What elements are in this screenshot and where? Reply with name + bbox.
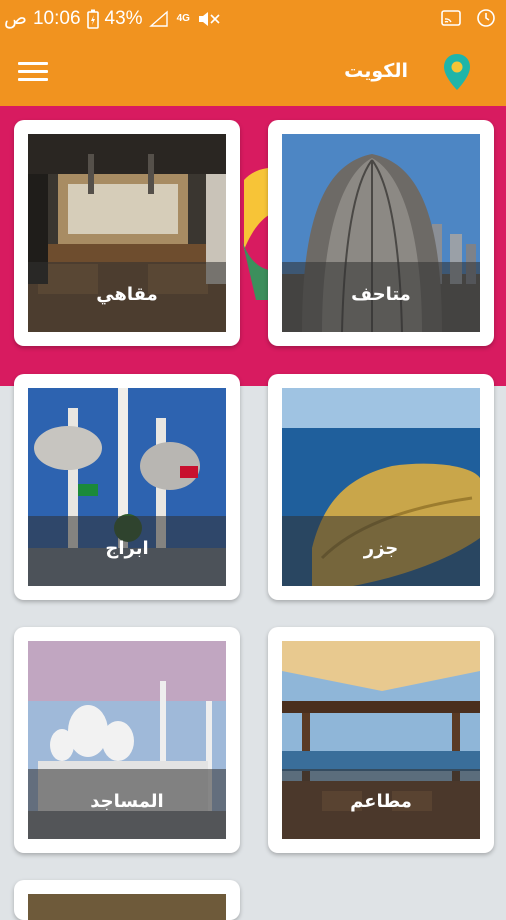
cast-icon [441,10,461,26]
location-pin-icon [444,54,470,90]
category-card-islands[interactable]: جزر [268,374,494,600]
category-label: المساجد [90,791,164,812]
sync-icon [477,9,495,27]
category-card-museums[interactable]: متاحف [268,120,494,346]
category-card-towers[interactable]: ابراج [14,374,240,600]
category-label: جزر [363,538,399,559]
category-label: مقاهي [96,284,158,305]
app-bar: الكويت [0,38,506,106]
partial-photo [28,894,226,920]
status-period: ص [4,8,27,29]
page-title: الكويت [344,60,408,82]
category-card-partial[interactable] [14,880,240,920]
category-label: ابراج [105,538,149,559]
status-battery: 43% [104,7,143,29]
battery-icon [86,9,99,29]
category-card-mosques[interactable]: المساجد [14,627,240,853]
status-bar: ص 10:06 43% 4G [0,0,506,38]
category-label: مطاعم [350,791,412,812]
mute-icon [198,11,220,26]
category-label: متاحف [351,284,411,305]
category-card-cafes[interactable]: مقاهي [14,120,240,346]
hamburger-menu-icon[interactable] [18,62,48,84]
status-time: 10:06 [32,7,81,29]
status-network: 4G [176,13,190,24]
category-card-restaurants[interactable]: مطاعم [268,627,494,853]
signal-icon [148,9,168,27]
